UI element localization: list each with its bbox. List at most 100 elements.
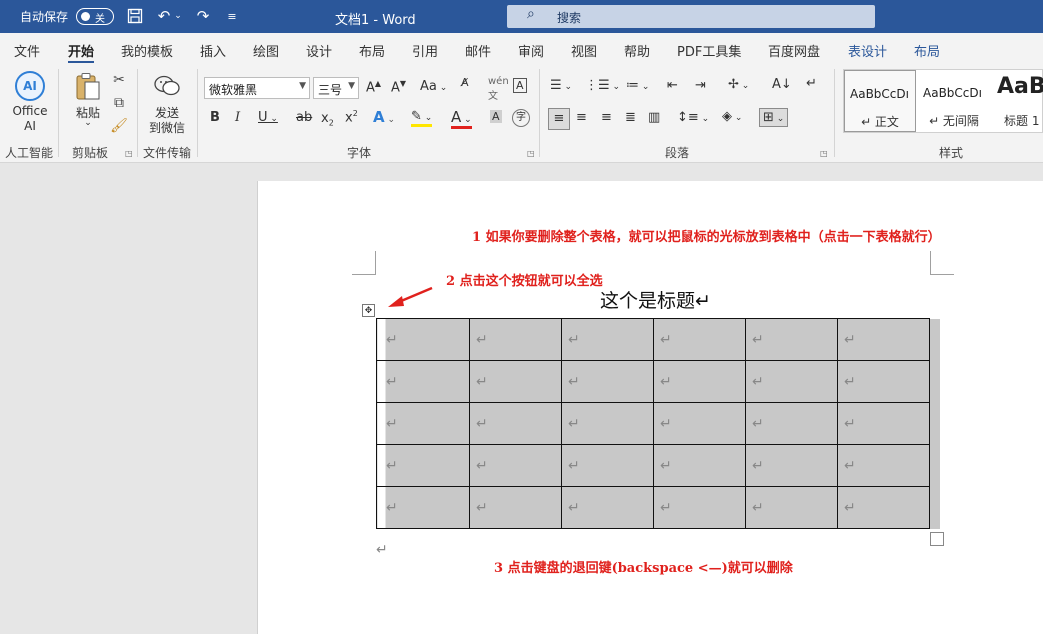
sort-icon[interactable]: A↓ [772,77,792,92]
table-cell[interactable]: ↵ [837,444,930,487]
enclosed-character-icon[interactable]: 字 [512,109,530,127]
save-icon[interactable] [125,6,145,26]
underline-icon[interactable]: U ⌄ [258,110,278,125]
text-effects-icon[interactable]: A ⌄ [373,108,395,126]
table-cell[interactable]: ↵ [745,318,838,361]
font-color-icon[interactable]: A ⌄ [451,108,472,129]
table-cell[interactable]: ↵ [376,360,470,403]
style-no-spacing[interactable]: AaBbCcDı ↵ 无间隔 [918,70,990,132]
office-ai-label-2[interactable]: AI [10,119,50,133]
italic-icon[interactable]: I [235,110,240,125]
table-resize-handle[interactable] [930,532,944,546]
tab-table-layout[interactable]: 布局 [914,41,940,60]
table-cell[interactable]: ↵ [561,318,654,361]
table-cell[interactable]: ↵ [653,360,746,403]
search-input[interactable]: 搜索 [557,9,581,26]
table-cell[interactable]: ↵ [469,318,562,361]
table-cell[interactable]: ↵ [561,486,654,529]
office-ai-label[interactable]: Office [10,104,50,118]
table-cell[interactable]: ↵ [469,486,562,529]
table-cell[interactable]: ↵ [837,486,930,529]
tab-insert[interactable]: 插入 [200,41,226,60]
table-cell[interactable]: ↵ [469,444,562,487]
align-left-icon[interactable]: ≡ [548,108,570,130]
table-cell[interactable]: ↵ [469,402,562,445]
align-right-icon[interactable]: ≡ [601,110,612,125]
tab-layout[interactable]: 布局 [359,41,385,60]
tab-mailings[interactable]: 邮件 [465,41,491,60]
table-cell[interactable]: ↵ [745,402,838,445]
undo-icon[interactable]: ↶ [154,6,174,26]
format-painter-icon[interactable]: 🖌 [110,117,128,135]
table-cell[interactable]: ↵ [837,360,930,403]
increase-indent-icon[interactable]: ⇥ [695,78,706,93]
shading-icon[interactable]: ◈ ⌄ [722,109,742,124]
tab-review[interactable]: 审阅 [518,41,544,60]
borders-icon[interactable]: ⊞ ⌄ [759,108,789,127]
send-to-wechat-label-2[interactable]: 到微信 [145,119,189,136]
style-normal[interactable]: AaBbCcDı ↵ 正文 [844,70,916,132]
table-cell[interactable]: ↵ [469,360,562,403]
tab-draw[interactable]: 绘图 [253,41,279,60]
document-heading[interactable]: 这个是标题↵ [600,286,711,313]
table-cell[interactable]: ↵ [745,444,838,487]
highlight-icon[interactable]: ✎ ⌄ [411,109,433,127]
table-cell[interactable]: ↵ [561,360,654,403]
table-cell[interactable]: ↵ [745,486,838,529]
align-center-icon[interactable]: ≡ [576,110,587,125]
strikethrough-icon[interactable]: ab [296,110,312,125]
document-page[interactable]: 1 如果你要删除整个表格，就可以把鼠标的光标放到表格中（点击一下表格就行） 2 … [257,181,1043,634]
wechat-icon[interactable] [152,72,182,100]
table-cell[interactable]: ↵ [376,402,470,445]
bold-icon[interactable]: B [210,110,220,125]
paste-icon[interactable] [72,71,104,103]
paragraph-launcher-icon[interactable]: ◳ [820,149,828,158]
tab-baidu-netdisk[interactable]: 百度网盘 [768,41,820,60]
character-border-icon[interactable]: A [513,78,527,93]
tab-table-design[interactable]: 表设计 [848,41,887,60]
tab-pdf-tools[interactable]: PDF工具集 [677,41,741,60]
numbering-icon[interactable]: ⋮☰ ⌄ [585,78,620,93]
font-launcher-icon[interactable]: ◳ [527,149,535,158]
table-cell[interactable]: ↵ [837,318,930,361]
tab-design[interactable]: 设计 [306,41,332,60]
font-size-combo[interactable]: 三号 ▼ [313,77,359,99]
document-table[interactable]: ↵ ↵ ↵ ↵ ↵ ↵ ↵ ↵ ↵ ↵ ↵ ↵ ↵ ↵ ↵ ↵ ↵ ↵ ↵ ↵ … [376,318,930,529]
table-cell[interactable]: ↵ [653,444,746,487]
chinese-layout-icon[interactable]: ✢ ⌄ [728,77,749,92]
multilevel-list-icon[interactable]: ≔ ⌄ [626,78,649,93]
tab-references[interactable]: 引用 [412,41,438,60]
tab-help[interactable]: 帮助 [624,41,650,60]
style-heading-1[interactable]: AaB 标题 1 [992,70,1043,132]
tab-view[interactable]: 视图 [571,41,597,60]
copy-icon[interactable]: ⧉ [110,94,128,112]
clipboard-launcher-icon[interactable]: ◳ [125,149,133,158]
paste-dropdown-icon[interactable]: ⌄ [72,118,104,128]
table-cell[interactable]: ↵ [653,486,746,529]
line-spacing-icon[interactable]: ↕≡ ⌄ [677,110,709,125]
table-cell[interactable]: ↵ [376,486,470,529]
table-cell[interactable]: ↵ [376,318,470,361]
table-move-handle-icon[interactable]: ✥ [362,304,375,317]
distributed-icon[interactable]: ▥ [648,110,660,125]
table-cell[interactable]: ↵ [837,402,930,445]
table-cell[interactable]: ↵ [653,318,746,361]
tab-file[interactable]: 文件 [14,41,40,60]
justify-icon[interactable]: ≣ [625,110,636,125]
table-cell[interactable]: ↵ [653,402,746,445]
tab-my-templates[interactable]: 我的模板 [121,41,173,60]
character-shading-icon[interactable]: A [490,110,502,123]
show-marks-icon[interactable]: ↵ [806,76,817,91]
redo-icon[interactable]: ↷ [193,6,213,26]
autosave-toggle[interactable]: 关 [76,8,114,25]
bullets-icon[interactable]: ☰ ⌄ [550,78,572,93]
decrease-indent-icon[interactable]: ⇤ [667,78,678,93]
shrink-font-icon[interactable]: A▼ [391,79,406,95]
office-ai-icon[interactable]: AI [15,71,45,101]
grow-font-icon[interactable]: A▲ [366,79,381,95]
tab-home[interactable]: 开始 [68,41,95,64]
undo-dropdown-icon[interactable]: ⌄ [173,6,183,26]
table-cell[interactable]: ↵ [376,444,470,487]
table-cell[interactable]: ↵ [561,444,654,487]
font-name-combo[interactable]: 微软雅黑 ▼ [204,77,310,99]
